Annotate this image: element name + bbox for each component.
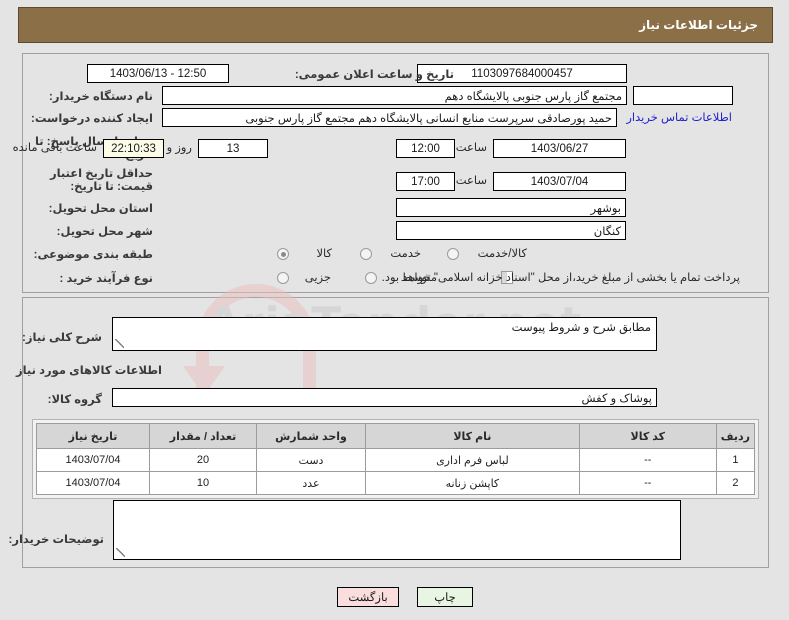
- delivery-province-label: استان محل تحویل:: [33, 202, 153, 216]
- page-title: جزئیات اطلاعات نیاز: [639, 18, 758, 32]
- th-name: نام کالا: [366, 424, 580, 449]
- page-title-bar: جزئیات اطلاعات نیاز: [18, 7, 773, 43]
- need-description-textarea[interactable]: مطابق شرح و شروط پیوست: [112, 317, 657, 351]
- cell-unit: دست: [257, 449, 366, 472]
- process-radio-jozei[interactable]: [277, 272, 289, 284]
- delivery-city-field[interactable]: کنگان: [396, 221, 626, 240]
- buyer-notes-label: توضیحات خریدار:: [9, 532, 105, 546]
- buyer-org-label: نام دستگاه خریدار:: [33, 90, 153, 104]
- category-radio-kala[interactable]: [277, 248, 289, 260]
- subject-category-label: طبقه بندی موضوعی:: [33, 248, 153, 262]
- print-button[interactable]: چاپ: [417, 587, 473, 607]
- delivery-province-field[interactable]: بوشهر: [396, 198, 626, 217]
- buyer-org-field[interactable]: مجتمع گاز پارس جنوبی پالایشگاه دهم: [162, 86, 627, 105]
- cell-name: کاپشن زنانه: [366, 472, 580, 495]
- goods-group-field[interactable]: پوشاک و کفش: [112, 388, 657, 407]
- th-qty: تعداد / مقدار: [150, 424, 257, 449]
- items-table: ردیف کد کالا نام کالا واحد شمارش تعداد /…: [36, 423, 755, 495]
- announce-datetime-field[interactable]: 12:50 - 1403/06/13: [87, 64, 229, 83]
- table-row: 1 -- لباس فرم اداری دست 20 1403/07/04: [37, 449, 755, 472]
- cell-date: 1403/07/04: [37, 449, 150, 472]
- table-header-row: ردیف کد کالا نام کالا واحد شمارش تعداد /…: [37, 424, 755, 449]
- process-radio-motevaset[interactable]: [365, 272, 377, 284]
- time-remaining-field: 22:10:33: [103, 139, 164, 158]
- category-radio-kala-khedmat[interactable]: [447, 248, 459, 260]
- days-word-label: روز و: [167, 139, 192, 158]
- cell-radif: 2: [716, 472, 754, 495]
- deadline-hour-label: ساعت: [456, 139, 487, 158]
- cell-radif: 1: [716, 449, 754, 472]
- category-radio-khedmat-label: خدمت: [390, 248, 421, 261]
- cell-qty: 20: [150, 449, 257, 472]
- goods-info-heading: اطلاعات کالاهای مورد نیاز: [16, 363, 162, 377]
- items-table-wrapper: ردیف کد کالا نام کالا واحد شمارش تعداد /…: [32, 419, 759, 499]
- cell-qty: 10: [150, 472, 257, 495]
- cell-code: --: [579, 472, 716, 495]
- validity-hour-field[interactable]: 17:00: [396, 172, 455, 191]
- cell-name: لباس فرم اداری: [366, 449, 580, 472]
- th-radif: ردیف: [716, 424, 754, 449]
- table-row: 2 -- کاپشن زنانه عدد 10 1403/07/04: [37, 472, 755, 495]
- requester-label: ایجاد کننده درخواست:: [23, 112, 153, 126]
- announce-datetime-label: تاریخ و ساعت اعلان عمومی:: [299, 68, 454, 82]
- delivery-city-label: شهر محل تحویل:: [33, 225, 153, 239]
- th-code: کد کالا: [579, 424, 716, 449]
- validity-date-field[interactable]: 1403/07/04: [493, 172, 626, 191]
- category-radio-khedmat[interactable]: [360, 248, 372, 260]
- buyer-contact-link[interactable]: اطلاعات تماس خریدار: [626, 109, 732, 128]
- buyer-org-field-extra[interactable]: [633, 86, 733, 105]
- deadline-hour-field[interactable]: 12:00: [396, 139, 455, 158]
- back-button[interactable]: بازگشت: [337, 587, 399, 607]
- validity-hour-label: ساعت: [456, 172, 487, 191]
- need-description-label: شرح کلی نیاز:: [22, 330, 102, 344]
- price-validity-label: حداقل تاریخ اعتبار قیمت: تا تاریخ:: [17, 168, 153, 194]
- requester-field[interactable]: حمید پورصادقی سرپرست منابع انسانی پالایش…: [162, 108, 617, 127]
- category-radio-kala-label: کالا: [316, 248, 332, 261]
- category-radio-kala-khedmat-label: کالا/خدمت: [478, 248, 527, 261]
- days-remaining-field: 13: [198, 139, 268, 158]
- th-date: تاریخ نیاز: [37, 424, 150, 449]
- goods-group-label: گروه کالا:: [48, 392, 102, 406]
- buyer-notes-textarea[interactable]: [113, 500, 681, 560]
- islamic-treasury-label: پرداخت تمام یا بخشی از مبلغ خرید،از محل …: [382, 272, 740, 285]
- process-radio-jozei-label: جزیی: [305, 272, 331, 285]
- remaining-suffix-label: ساعت باقی مانده: [13, 139, 97, 158]
- cell-date: 1403/07/04: [37, 472, 150, 495]
- purchase-process-label: نوع فرآیند خرید :: [33, 272, 153, 286]
- th-unit: واحد شمارش: [257, 424, 366, 449]
- cell-code: --: [579, 449, 716, 472]
- deadline-date-field[interactable]: 1403/06/27: [493, 139, 626, 158]
- page-root: جزئیات اطلاعات نیاز AriaTender.net شماره…: [0, 0, 789, 620]
- cell-unit: عدد: [257, 472, 366, 495]
